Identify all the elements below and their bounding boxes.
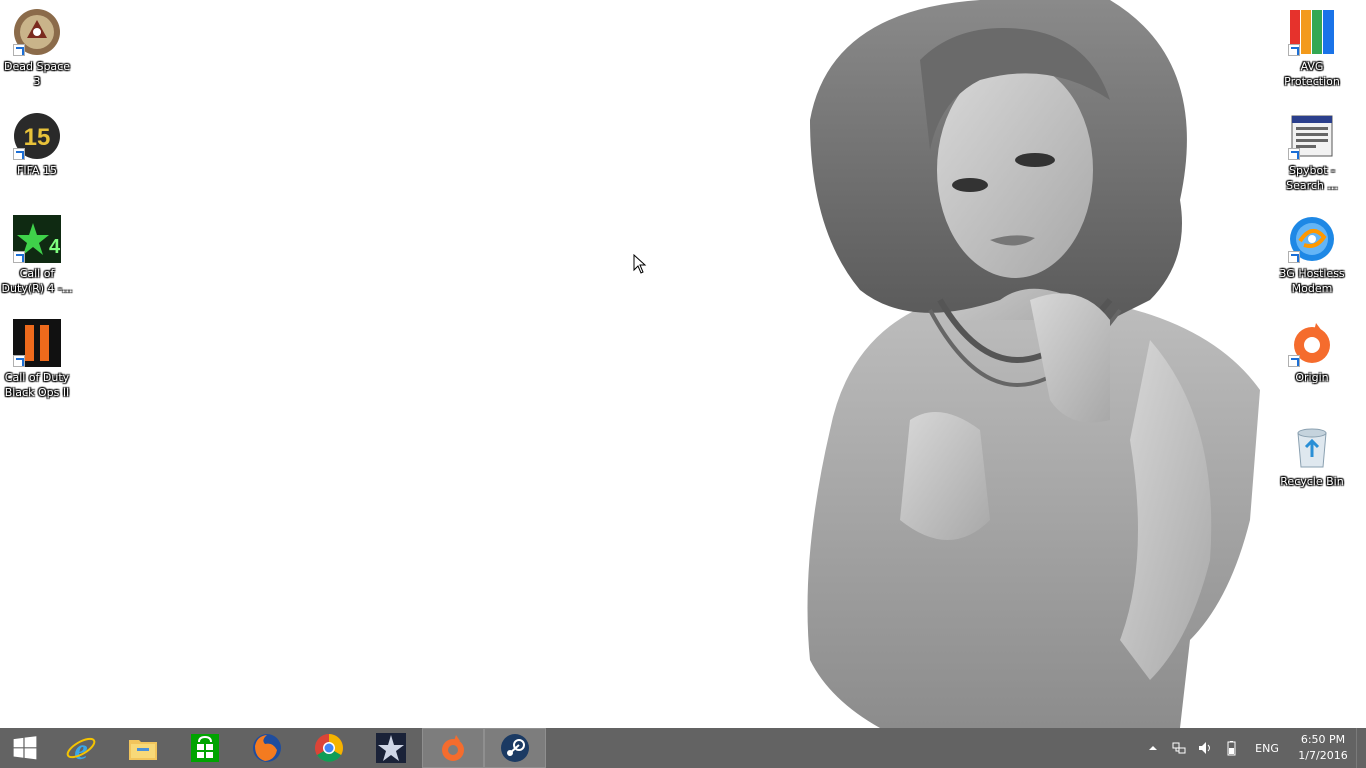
fifa-icon: 15 (13, 112, 61, 160)
shortcut-arrow-icon (1288, 44, 1300, 56)
spybot-icon (1288, 112, 1336, 160)
desktop-wallpaper (0, 0, 1366, 728)
modem-icon (1288, 215, 1336, 263)
ie-icon: e (66, 733, 96, 764)
origin-icon (1288, 319, 1336, 367)
cod4-icon: 4 (13, 215, 61, 263)
desktop-icon-fifa-15[interactable]: 15 FIFA 15 (0, 112, 74, 178)
taskbar-store[interactable] (174, 728, 236, 768)
desktop-icon-origin[interactable]: Origin (1275, 319, 1349, 385)
shortcut-arrow-icon (13, 44, 25, 56)
desktop-icon-label: Call of Duty Black Ops II (4, 371, 70, 399)
speaker-icon (1199, 742, 1210, 754)
desktop-icon-label: AVG Protection (1284, 60, 1340, 88)
steam-icon (501, 734, 529, 762)
dead-space-icon (13, 8, 61, 56)
store-icon (191, 734, 219, 762)
shortcut-arrow-icon (1288, 251, 1300, 263)
network-tray-button[interactable] (1166, 728, 1192, 768)
wallpaper-photo (807, 0, 1260, 728)
desktop-icon-label: Dead Space 3 (4, 60, 70, 88)
desktop-icon-label: FIFA 15 (17, 164, 57, 177)
avg-icon (1288, 8, 1336, 56)
desktop-icon-call-of-duty-4[interactable]: 4 Call of Duty(R) 4 -... (0, 215, 74, 296)
desktop-icon-avg-protection[interactable]: AVG Protection (1275, 8, 1349, 89)
desktop-icon-spybot[interactable]: Spybot - Search ... (1275, 112, 1349, 193)
clock-date: 1/7/2016 (1298, 749, 1348, 762)
desktop-icon-dead-space-3[interactable]: Dead Space 3 (0, 8, 74, 89)
desktop-icon-label: Origin (1295, 371, 1329, 384)
clock-time: 6:50 PM (1300, 733, 1346, 746)
show-hidden-icons-button[interactable] (1140, 728, 1166, 768)
network-icon (1172, 742, 1186, 754)
origin-icon (442, 735, 464, 761)
taskbar-star-app[interactable] (360, 728, 422, 768)
system-tray: ENG 6:50 PM 1/7/2016 (1140, 728, 1366, 768)
desktop-icon-black-ops-2[interactable]: Call of Duty Black Ops II (0, 319, 74, 400)
battery-icon (1227, 741, 1236, 756)
shortcut-arrow-icon (1288, 148, 1300, 160)
volume-tray-button[interactable] (1192, 728, 1218, 768)
firefox-icon (253, 734, 281, 762)
taskbar: e ENG 6:50 PM 1/7/2016 (0, 728, 1366, 768)
taskbar-origin[interactable] (422, 728, 484, 768)
chevron-up-icon (1149, 746, 1157, 750)
desktop-icon-label: Call of Duty(R) 4 -... (1, 267, 73, 295)
folder-icon (129, 740, 157, 760)
start-button[interactable] (0, 728, 50, 768)
recycle-bin-icon (1288, 423, 1336, 471)
shortcut-arrow-icon (1288, 355, 1300, 367)
taskbar-chrome[interactable] (298, 728, 360, 768)
shortcut-arrow-icon (13, 251, 25, 263)
language-indicator[interactable]: ENG (1244, 728, 1290, 768)
mouse-cursor-icon (633, 254, 647, 274)
star-icon (376, 733, 406, 763)
chrome-icon (315, 734, 343, 762)
battery-tray-button[interactable] (1218, 728, 1244, 768)
shortcut-arrow-icon (13, 148, 25, 160)
desktop-icon-3g-modem[interactable]: 3G Hostless Modem (1275, 215, 1349, 296)
taskbar-internet-explorer[interactable]: e (50, 728, 112, 768)
svg-text:4: 4 (49, 236, 61, 258)
taskbar-file-explorer[interactable] (112, 728, 174, 768)
desktop-icon-label: Recycle Bin (1280, 475, 1344, 488)
desktop-icon-recycle-bin[interactable]: Recycle Bin (1275, 423, 1349, 489)
desktop-icon-label: Spybot - Search ... (1286, 164, 1338, 192)
desktop-icon-label: 3G Hostless Modem (1279, 267, 1345, 295)
svg-text:15: 15 (24, 124, 51, 151)
taskbar-steam[interactable] (484, 728, 546, 768)
black-ops-icon (13, 319, 61, 367)
taskbar-firefox[interactable] (236, 728, 298, 768)
clock[interactable]: 6:50 PM 1/7/2016 (1290, 728, 1356, 768)
svg-text:e: e (74, 733, 87, 764)
show-desktop-button[interactable] (1356, 728, 1366, 768)
shortcut-arrow-icon (13, 355, 25, 367)
windows-logo-icon (13, 736, 37, 760)
